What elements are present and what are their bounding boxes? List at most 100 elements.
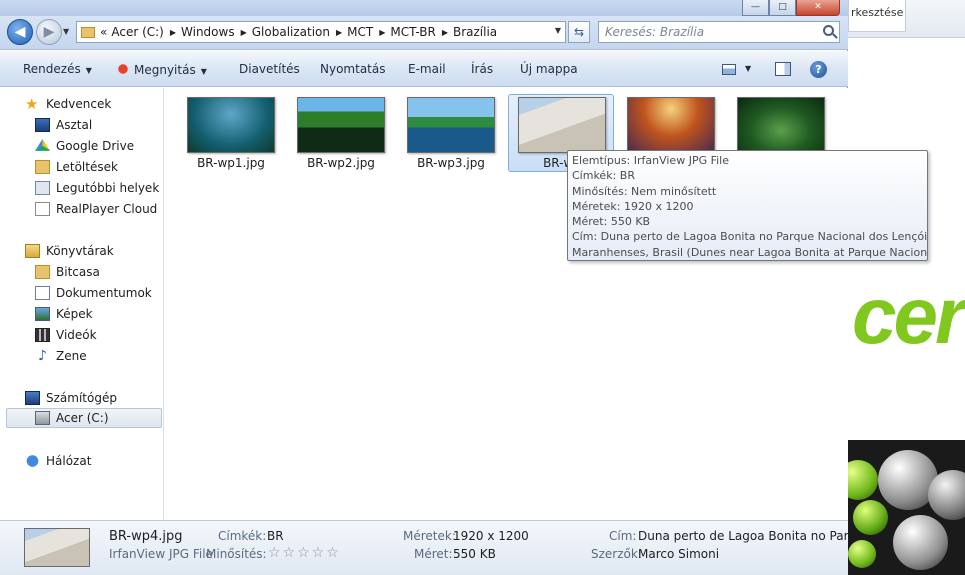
breadcrumb-brazilia[interactable]: Brazília	[453, 25, 497, 39]
chevron-down-icon[interactable]: ▼	[745, 64, 751, 73]
folder-icon	[81, 26, 95, 38]
navigation-pane: ★ Kedvencek Asztal Google Drive Letöltése…	[0, 88, 164, 520]
hard-drive-icon	[35, 411, 50, 425]
sidebar-item-drive-c[interactable]: Acer (C:)	[6, 408, 162, 428]
recent-pages-dropdown-icon[interactable]: ▼	[63, 27, 69, 36]
authors-value[interactable]: Marco Simoni	[638, 547, 719, 561]
help-icon[interactable]: ?	[810, 61, 827, 78]
file-info-tooltip: Elemtípus: IrfanView JPG File Címkék: BR…	[567, 150, 928, 261]
sidebar-item-music[interactable]: ♪ Zene	[35, 346, 87, 366]
size-value: 550 KB	[453, 547, 496, 561]
refresh-button[interactable]: ⇆	[568, 21, 590, 43]
command-toolbar: Rendezés ▼ Megnyitás ▼ Diavetítés Nyomtatá…	[0, 51, 848, 87]
sidebar-item-computer[interactable]: Számítógép	[25, 388, 117, 408]
breadcrumb-separator-icon[interactable]: ▶	[379, 28, 385, 37]
title-value[interactable]: Duna perto de Lagoa Bonita no Par...	[638, 529, 859, 543]
realplayer-icon	[35, 202, 50, 216]
open-button[interactable]: Megnyitás ▼	[116, 62, 207, 77]
network-icon	[25, 454, 40, 468]
sidebar-item-label: Google Drive	[56, 139, 135, 153]
sidebar-item-label: Kedvencek	[46, 97, 112, 111]
breadcrumb-separator-icon[interactable]: ▶	[170, 28, 176, 37]
dimensions-value: 1920 x 1200	[453, 529, 529, 543]
sidebar-item-label: Könyvtárak	[46, 244, 114, 258]
print-button[interactable]: Nyomtatás	[320, 62, 385, 76]
sidebar-item-label: Letöltések	[56, 160, 118, 174]
rating-stars[interactable]: ☆☆☆☆☆	[268, 545, 341, 561]
breadcrumb-separator-icon[interactable]: ▶	[336, 28, 342, 37]
google-drive-icon	[35, 139, 50, 151]
videos-icon	[35, 328, 50, 342]
breadcrumb-globalization[interactable]: Globalization	[252, 25, 330, 39]
explorer-window: — □ ✕ ◀ ▶ ▼ « Acer (C:) ▶ Windows ▶ Glob…	[0, 0, 928, 575]
tooltip-line: Méret: 550 KB	[572, 215, 651, 229]
sidebar-item-label: Képek	[56, 307, 93, 321]
sidebar-item-downloads[interactable]: Letöltések	[35, 157, 118, 177]
address-bar[interactable]: « Acer (C:) ▶ Windows ▶ Globalization ▶ …	[76, 21, 566, 43]
sidebar-item-videos[interactable]: Videók	[35, 325, 97, 345]
tags-value[interactable]: BR	[267, 529, 284, 543]
breadcrumb-separator-icon[interactable]: ▶	[442, 28, 448, 37]
details-filetype: IrfanView JPG File	[109, 547, 213, 561]
recent-places-icon	[35, 181, 50, 195]
open-label: Megnyitás	[134, 63, 196, 77]
details-pane: BR-wp4.jpg IrfanView JPG File Címkék: BR…	[0, 520, 859, 575]
details-thumbnail	[24, 528, 90, 567]
sidebar-item-documents[interactable]: Dokumentumok	[35, 283, 152, 303]
tags-label: Címkék:	[218, 529, 267, 543]
preview-pane-icon[interactable]	[775, 62, 791, 76]
thumbnail-image	[407, 97, 495, 153]
breadcrumb-overflow[interactable]: «	[100, 25, 107, 39]
chevron-down-icon: ▼	[200, 67, 207, 76]
tooltip-line: Maranhenses, Brasil (Dunes near Lagoa Bo…	[572, 245, 928, 259]
new-folder-button[interactable]: Új mappa	[520, 62, 578, 76]
sidebar-item-realplayer[interactable]: RealPlayer Cloud	[35, 199, 157, 219]
background-area: rkesztése cer	[848, 0, 965, 575]
sidebar-item-libraries[interactable]: Könyvtárak	[25, 241, 114, 261]
file-item-br-wp2[interactable]: BR-wp2.jpg	[287, 94, 393, 172]
search-icon[interactable]	[823, 25, 834, 36]
address-dropdown-icon[interactable]: ▼	[555, 26, 561, 35]
breadcrumb-windows[interactable]: Windows	[181, 25, 235, 39]
email-button[interactable]: E-mail	[408, 62, 446, 76]
breadcrumb-separator-icon[interactable]: ▶	[241, 28, 247, 37]
breadcrumb-mct-br[interactable]: MCT-BR	[390, 25, 435, 39]
tooltip-line: Címkék: BR	[572, 169, 635, 183]
background-tab[interactable]: rkesztése	[848, 0, 906, 32]
search-input[interactable]: Keresés: Brazília	[598, 21, 840, 43]
sidebar-item-recent-places[interactable]: Legutóbbi helyek	[35, 178, 159, 198]
file-item-br-wp1[interactable]: BR-wp1.jpg	[177, 94, 283, 172]
sidebar-item-network[interactable]: Hálózat	[25, 451, 91, 471]
chevron-down-icon: ▼	[85, 66, 92, 75]
breadcrumb-mct[interactable]: MCT	[347, 25, 373, 39]
sidebar-item-label: Acer (C:)	[56, 411, 109, 425]
tooltip-line: Méretek: 1920 x 1200	[572, 199, 694, 213]
file-name: BR-wp2.jpg	[307, 156, 375, 170]
slideshow-button[interactable]: Diavetítés	[239, 62, 300, 76]
organize-button[interactable]: Rendezés ▼	[23, 62, 92, 76]
size-label: Méret:	[414, 547, 453, 561]
sidebar-item-favorites[interactable]: ★ Kedvencek	[25, 94, 111, 114]
forward-button[interactable]: ▶	[36, 19, 62, 45]
star-icon: ★	[25, 95, 39, 113]
title-label: Cím:	[609, 529, 637, 543]
sidebar-item-label: Hálózat	[46, 454, 92, 468]
breadcrumb-drive[interactable]: Acer (C:)	[111, 25, 164, 39]
close-button[interactable]: ✕	[796, 0, 840, 16]
pictures-icon	[35, 307, 50, 321]
sidebar-item-pictures[interactable]: Képek	[35, 304, 93, 324]
change-view-icon[interactable]	[722, 64, 736, 75]
background-tabbar: rkesztése	[848, 0, 965, 38]
sidebar-item-desktop[interactable]: Asztal	[35, 115, 92, 135]
thumbnail-image	[297, 97, 385, 153]
back-button[interactable]: ◀	[7, 19, 33, 45]
tooltip-line: Elemtípus: IrfanView JPG File	[572, 154, 730, 167]
file-name: BR-wp1.jpg	[197, 156, 265, 170]
sidebar-item-google-drive[interactable]: Google Drive	[35, 136, 134, 156]
file-item-br-wp3[interactable]: BR-wp3.jpg	[397, 94, 503, 172]
burn-button[interactable]: Írás	[471, 62, 493, 76]
minimize-button[interactable]: —	[742, 0, 769, 16]
maximize-button[interactable]: □	[769, 0, 796, 16]
sidebar-item-bitcasa[interactable]: Bitcasa	[35, 262, 100, 282]
sidebar-item-label: Bitcasa	[56, 265, 100, 279]
